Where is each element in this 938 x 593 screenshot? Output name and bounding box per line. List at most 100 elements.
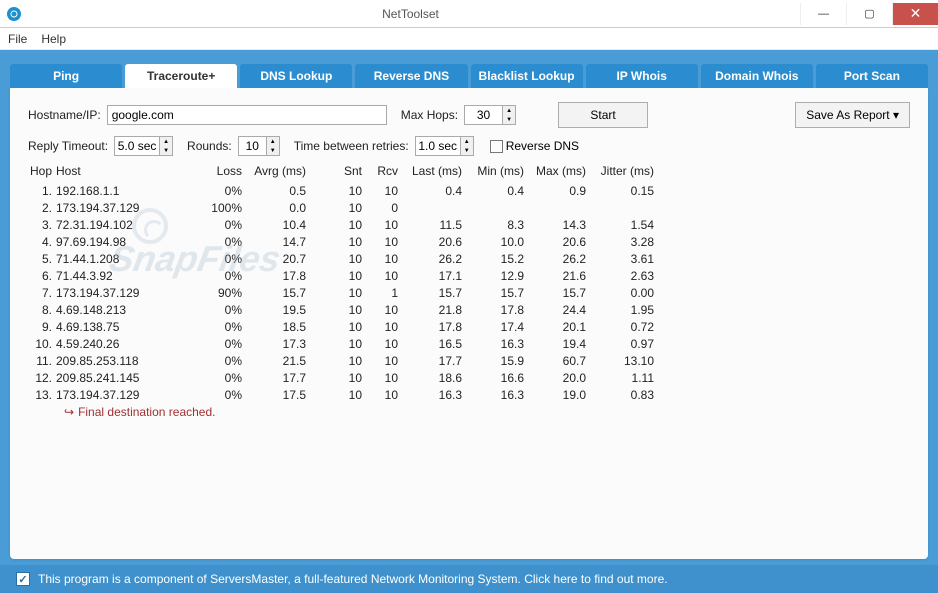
table-row[interactable]: 2.173.194.37.129100%0.0100 <box>28 199 910 216</box>
cell-jit: 13.10 <box>586 354 654 368</box>
table-row[interactable]: 9.4.69.138.750%18.5101017.817.420.10.72 <box>28 318 910 335</box>
col-rcv[interactable]: Rcv <box>362 164 398 178</box>
cell-max: 20.1 <box>524 320 586 334</box>
cell-avg: 10.4 <box>242 218 306 232</box>
cell-host: 71.44.1.208 <box>56 252 186 266</box>
cell-max: 14.3 <box>524 218 586 232</box>
cell-host: 209.85.241.145 <box>56 371 186 385</box>
cell-max: 19.0 <box>524 388 586 402</box>
cell-host: 173.194.37.129 <box>56 201 186 215</box>
spin-down-icon[interactable]: ▼ <box>160 146 172 155</box>
table-row[interactable]: 11.209.85.253.1180%21.5101017.715.960.71… <box>28 352 910 369</box>
cell-snt: 10 <box>306 337 362 351</box>
tab-revdns[interactable]: Reverse DNS <box>355 64 467 88</box>
footer-text[interactable]: This program is a component of ServersMa… <box>38 572 668 586</box>
save-as-report-button[interactable]: Save As Report ▾ <box>795 102 910 128</box>
cell-max: 19.4 <box>524 337 586 351</box>
cell-loss: 0% <box>186 354 242 368</box>
col-last[interactable]: Last (ms) <box>398 164 462 178</box>
col-hop[interactable]: Hop <box>28 164 56 178</box>
cell-rcv: 10 <box>362 303 398 317</box>
tab-domwhois[interactable]: Domain Whois <box>701 64 813 88</box>
maxhops-spinner[interactable]: ▲▼ <box>464 105 516 125</box>
table-row[interactable]: 13.173.194.37.1290%17.5101016.316.319.00… <box>28 386 910 403</box>
menu-file[interactable]: File <box>8 32 27 46</box>
cell-last: 20.6 <box>398 235 462 249</box>
col-loss[interactable]: Loss <box>186 164 242 178</box>
col-min[interactable]: Min (ms) <box>462 164 524 178</box>
maxhops-value[interactable] <box>464 105 502 125</box>
table-row[interactable]: 10.4.59.240.260%17.3101016.516.319.40.97 <box>28 335 910 352</box>
reverse-dns-label: Reverse DNS <box>506 139 579 153</box>
cell-host: 97.69.194.98 <box>56 235 186 249</box>
cell-host: 71.44.3.92 <box>56 269 186 283</box>
table-row[interactable]: 5.71.44.1.2080%20.7101026.215.226.23.61 <box>28 250 910 267</box>
table-row[interactable]: 3.72.31.194.1020%10.4101011.58.314.31.54 <box>28 216 910 233</box>
tab-dns[interactable]: DNS Lookup <box>240 64 352 88</box>
col-snt[interactable]: Snt <box>306 164 362 178</box>
maxhops-label: Max Hops: <box>401 108 458 122</box>
cell-loss: 0% <box>186 371 242 385</box>
cell-snt: 10 <box>306 235 362 249</box>
rounds-spinner[interactable]: ▲▼ <box>238 136 280 156</box>
tbr-value[interactable] <box>415 136 460 156</box>
cell-last: 18.6 <box>398 371 462 385</box>
cell-min: 16.6 <box>462 371 524 385</box>
checkbox-icon[interactable] <box>490 140 503 153</box>
spin-up-icon[interactable]: ▲ <box>461 137 473 146</box>
table-row[interactable]: 8.4.69.148.2130%19.5101021.817.824.41.95 <box>28 301 910 318</box>
cell-min: 15.9 <box>462 354 524 368</box>
timeout-spinner[interactable]: ▲▼ <box>114 136 173 156</box>
minimize-button[interactable]: — <box>800 3 846 25</box>
tab-traceroute[interactable]: Traceroute+ <box>125 64 237 88</box>
maximize-button[interactable]: ▢ <box>846 3 892 25</box>
cell-loss: 0% <box>186 252 242 266</box>
table-row[interactable]: 7.173.194.37.12990%15.710115.715.715.70.… <box>28 284 910 301</box>
spin-down-icon[interactable]: ▼ <box>267 146 279 155</box>
start-button[interactable]: Start <box>558 102 648 128</box>
reverse-dns-checkbox[interactable]: Reverse DNS <box>490 139 579 153</box>
col-jitter[interactable]: Jitter (ms) <box>586 164 654 178</box>
tab-ping[interactable]: Ping <box>10 64 122 88</box>
cell-min: 17.4 <box>462 320 524 334</box>
footer-checkbox-icon[interactable]: ✓ <box>16 572 30 586</box>
close-button[interactable]: ✕ <box>892 3 938 25</box>
hostname-input[interactable] <box>107 105 387 125</box>
cell-max: 20.6 <box>524 235 586 249</box>
cell-last: 17.1 <box>398 269 462 283</box>
table-row[interactable]: 1.192.168.1.10%0.510100.40.40.90.15 <box>28 182 910 199</box>
timeout-value[interactable] <box>114 136 159 156</box>
col-host[interactable]: Host <box>56 164 186 178</box>
table-row[interactable]: 4.97.69.194.980%14.7101020.610.020.63.28 <box>28 233 910 250</box>
tab-ipwhois[interactable]: IP Whois <box>586 64 698 88</box>
cell-idx: 7. <box>28 286 56 300</box>
cell-max: 60.7 <box>524 354 586 368</box>
tab-portscan[interactable]: Port Scan <box>816 64 928 88</box>
cell-max: 21.6 <box>524 269 586 283</box>
col-avg[interactable]: Avrg (ms) <box>242 164 306 178</box>
cell-min: 8.3 <box>462 218 524 232</box>
cell-avg: 19.5 <box>242 303 306 317</box>
col-max[interactable]: Max (ms) <box>524 164 586 178</box>
spin-up-icon[interactable]: ▲ <box>160 137 172 146</box>
cell-rcv: 10 <box>362 184 398 198</box>
spin-down-icon[interactable]: ▼ <box>461 146 473 155</box>
rounds-value[interactable] <box>238 136 266 156</box>
cell-rcv: 10 <box>362 371 398 385</box>
cell-last: 16.3 <box>398 388 462 402</box>
cell-idx: 6. <box>28 269 56 283</box>
cell-avg: 17.7 <box>242 371 306 385</box>
cell-avg: 15.7 <box>242 286 306 300</box>
footer-bar[interactable]: ✓ This program is a component of Servers… <box>0 565 938 593</box>
cell-avg: 14.7 <box>242 235 306 249</box>
spin-up-icon[interactable]: ▲ <box>503 106 515 115</box>
spin-up-icon[interactable]: ▲ <box>267 137 279 146</box>
tbr-spinner[interactable]: ▲▼ <box>415 136 474 156</box>
tab-blacklist[interactable]: Blacklist Lookup <box>471 64 583 88</box>
menu-help[interactable]: Help <box>41 32 66 46</box>
table-row[interactable]: 6.71.44.3.920%17.8101017.112.921.62.63 <box>28 267 910 284</box>
table-row[interactable]: 12.209.85.241.1450%17.7101018.616.620.01… <box>28 369 910 386</box>
spin-down-icon[interactable]: ▼ <box>503 115 515 124</box>
cell-host: 173.194.37.129 <box>56 388 186 402</box>
cell-idx: 1. <box>28 184 56 198</box>
